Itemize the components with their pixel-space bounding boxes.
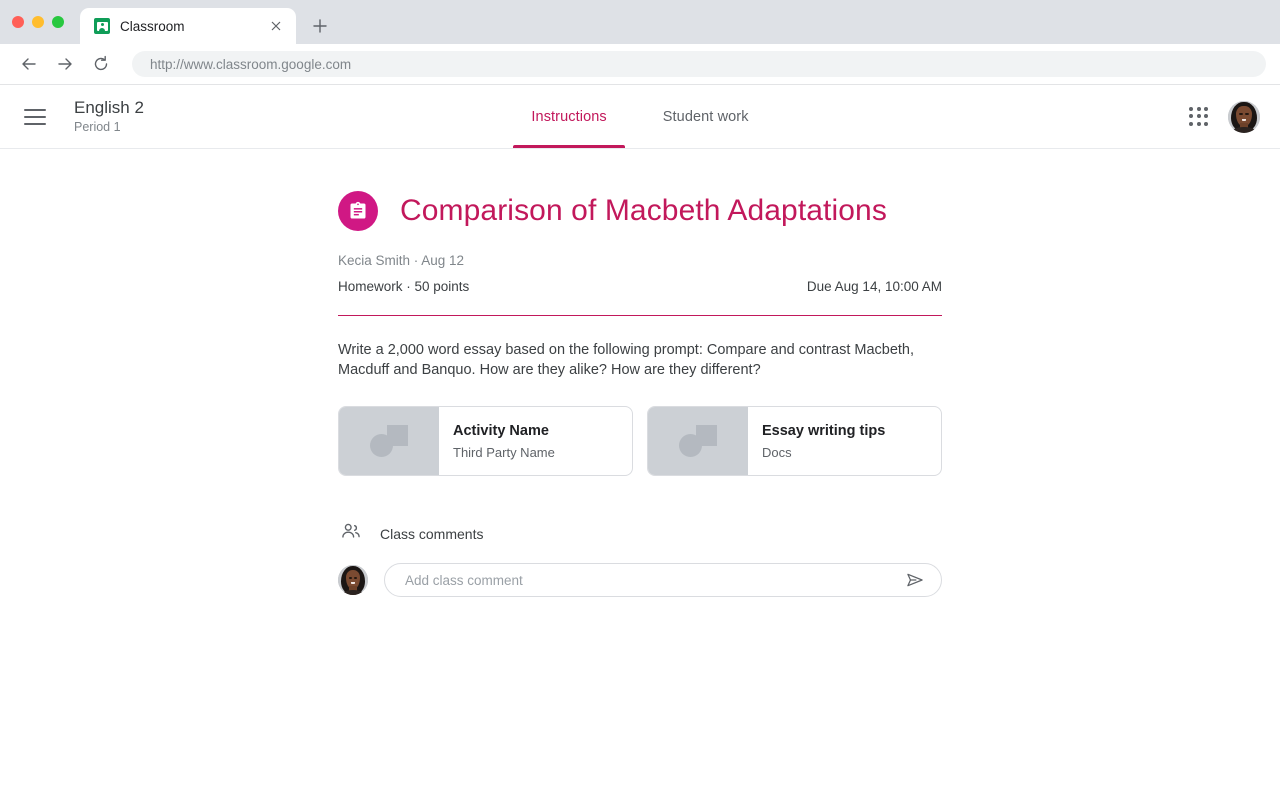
assignment-description: Write a 2,000 word essay based on the fo…	[338, 342, 915, 378]
section-divider	[338, 315, 942, 316]
maximize-window-button[interactable]	[52, 16, 64, 28]
page-body: Comparison of Macbeth Adaptations Kecia …	[0, 149, 1280, 799]
attachment-card[interactable]: Activity Name Third Party Name	[338, 406, 633, 476]
classroom-favicon-icon	[94, 18, 110, 34]
tab-instructions[interactable]: Instructions	[503, 86, 634, 148]
assignment-due-date: Due Aug 14, 10:00 AM	[806, 279, 942, 294]
reload-button[interactable]	[86, 49, 116, 79]
class-info[interactable]: English 2 Period 1	[74, 98, 144, 135]
placeholder-image-icon	[339, 407, 439, 475]
header-actions	[1188, 100, 1260, 133]
placeholder-image-icon	[648, 407, 748, 475]
attachment-subtitle: Third Party Name	[453, 444, 555, 460]
close-tab-icon[interactable]	[266, 16, 286, 36]
class-comments-section: Class comments	[338, 520, 942, 597]
browser-tab-classroom[interactable]: Classroom	[80, 8, 296, 44]
add-class-comment-input[interactable]	[403, 571, 903, 589]
assignment-meta: Kecia Smith · Aug 12 Homework · 50 point…	[338, 251, 942, 297]
class-period: Period 1	[74, 120, 121, 134]
tab-student-work[interactable]: Student work	[635, 86, 777, 148]
browser-tabstrip: Classroom	[0, 0, 1280, 44]
attachment-list: Activity Name Third Party Name Essay wri…	[338, 406, 942, 476]
class-name: English 2	[74, 98, 144, 117]
address-bar[interactable]: http://www.classroom.google.com	[132, 51, 1266, 77]
new-tab-button[interactable]	[306, 12, 334, 40]
back-button[interactable]	[14, 49, 44, 79]
class-comments-header: Class comments	[338, 520, 942, 547]
people-icon	[340, 520, 362, 547]
account-avatar[interactable]	[1228, 100, 1260, 133]
browser-chrome: Classroom http://www.classroom.google.co…	[0, 0, 1280, 85]
assignment-clipboard-icon	[338, 191, 378, 231]
address-bar-url: http://www.classroom.google.com	[150, 56, 352, 72]
page-title: Comparison of Macbeth Adaptations	[400, 194, 887, 227]
app-header: English 2 Period 1 Instructions Student …	[0, 85, 1280, 149]
minimize-window-button[interactable]	[32, 16, 44, 28]
assignment-author-date: Kecia Smith · Aug 12	[338, 253, 465, 268]
attachment-title: Essay writing tips	[762, 422, 886, 439]
comment-input-box[interactable]	[384, 563, 942, 597]
browser-tab-title: Classroom	[120, 18, 185, 34]
add-comment-row	[338, 563, 942, 597]
window-traffic-lights	[12, 0, 80, 44]
comment-author-avatar	[338, 565, 368, 595]
attachment-card[interactable]: Essay writing tips Docs	[647, 406, 942, 476]
class-comments-label: Class comments	[380, 525, 484, 542]
hamburger-menu-icon[interactable]	[24, 103, 52, 131]
browser-toolbar: http://www.classroom.google.com	[0, 44, 1280, 84]
forward-button[interactable]	[50, 49, 80, 79]
send-icon[interactable]	[903, 568, 927, 592]
google-apps-icon[interactable]	[1188, 106, 1210, 128]
attachment-subtitle: Docs	[762, 444, 792, 460]
assignment-detail: Comparison of Macbeth Adaptations Kecia …	[338, 149, 942, 597]
assignment-category-points: Homework · 50 points	[338, 279, 470, 294]
attachment-title: Activity Name	[453, 422, 549, 439]
close-window-button[interactable]	[12, 16, 24, 28]
header-tabs: Instructions Student work	[0, 84, 1280, 148]
assignment-title-row: Comparison of Macbeth Adaptations	[338, 191, 942, 231]
